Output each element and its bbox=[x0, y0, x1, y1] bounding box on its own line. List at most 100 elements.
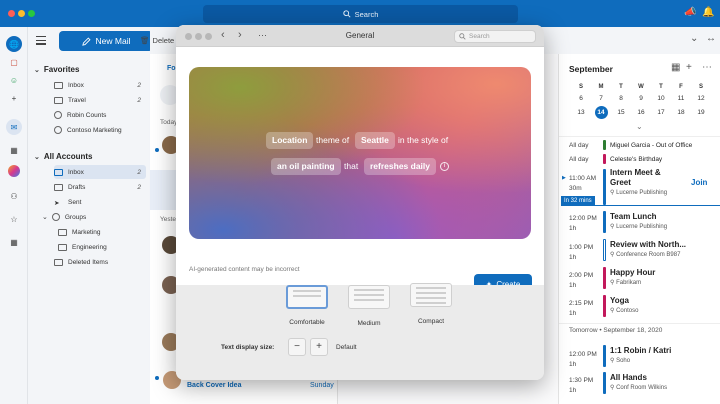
minimize-window-button[interactable] bbox=[18, 10, 25, 17]
calendar-day[interactable]: 6 bbox=[575, 95, 587, 102]
account-groups[interactable]: ⌄ Groups bbox=[42, 210, 146, 224]
unread-count: 2 bbox=[137, 81, 141, 89]
chevron-down-icon: ⌄ bbox=[34, 154, 40, 161]
calendar-view-icon[interactable]: ▦ bbox=[671, 62, 680, 73]
info-icon[interactable]: i bbox=[440, 162, 449, 171]
weekday-header: S bbox=[578, 84, 583, 90]
favorites-icon[interactable]: ☆ bbox=[6, 211, 22, 227]
event-title[interactable]: Team Lunch bbox=[610, 212, 657, 221]
event-title[interactable]: Intern Meet & Greet bbox=[610, 168, 680, 188]
new-mail-button[interactable]: New Mail bbox=[59, 31, 153, 51]
globe-icon[interactable]: 🌐 bbox=[6, 36, 22, 52]
mail-icon[interactable]: ✉ bbox=[6, 119, 22, 135]
calendar-day[interactable]: 12 bbox=[695, 95, 707, 102]
city-chip[interactable]: Seattle bbox=[355, 132, 395, 149]
refresh-chip[interactable]: refreshes daily bbox=[364, 158, 437, 175]
chevron-down-icon[interactable]: ⌄ bbox=[690, 33, 698, 44]
calendar-day[interactable]: 19 bbox=[695, 109, 707, 116]
calendar-day[interactable]: 15 bbox=[615, 109, 627, 116]
maximize-window-button[interactable] bbox=[28, 10, 35, 17]
document-icon[interactable]: ▢ bbox=[6, 54, 22, 70]
group-icon bbox=[54, 126, 62, 134]
account-marketing[interactable]: Marketing bbox=[58, 225, 146, 239]
focused-tab[interactable]: Fo bbox=[167, 65, 176, 72]
join-button[interactable]: Join bbox=[691, 178, 707, 187]
calendar-day[interactable]: 9 bbox=[635, 95, 647, 102]
event-time: 12:00 PM bbox=[569, 351, 597, 358]
decrease-text-size-button[interactable]: − bbox=[288, 338, 306, 356]
calendar-day[interactable]: 10 bbox=[655, 95, 667, 102]
more-options-icon[interactable]: ⋯ bbox=[702, 62, 712, 73]
density-comfortable-label: Comfortable bbox=[289, 319, 325, 326]
allday-event-title[interactable]: Miguel Garcia - Out of Office bbox=[610, 142, 692, 149]
calendar-day[interactable]: 16 bbox=[635, 109, 647, 116]
account-drafts[interactable]: Drafts 2 bbox=[54, 180, 146, 194]
megaphone-icon[interactable]: 📣 bbox=[684, 7, 696, 19]
density-compact-label: Compact bbox=[417, 318, 444, 325]
ai-disclaimer: AI-generated content may be incorrect bbox=[189, 266, 300, 273]
add-icon[interactable]: + bbox=[6, 90, 22, 106]
event-title[interactable]: Happy Hour bbox=[610, 268, 655, 277]
event-title[interactable]: Review with North... bbox=[610, 240, 686, 249]
copilot-icon[interactable] bbox=[8, 165, 20, 177]
calendar-day[interactable]: 13 bbox=[575, 109, 587, 116]
favorites-header[interactable]: ⌄ Favorites bbox=[34, 65, 79, 74]
calendar-day[interactable]: 18 bbox=[675, 109, 687, 116]
bell-icon[interactable]: 🔔 bbox=[702, 7, 714, 19]
close-window-button[interactable] bbox=[8, 10, 15, 17]
event-bar bbox=[603, 169, 606, 205]
calendar-day-today[interactable]: 14 bbox=[594, 106, 608, 119]
account-sent[interactable]: ➤ Sent bbox=[54, 195, 146, 209]
account-engineering[interactable]: Engineering bbox=[58, 240, 146, 254]
expand-chevron-icon[interactable]: ⌄ bbox=[636, 122, 643, 131]
drafts-icon bbox=[54, 183, 63, 191]
message-subject[interactable]: Back Cover Idea bbox=[187, 382, 241, 389]
group-icon bbox=[51, 213, 60, 221]
event-title[interactable]: Yoga bbox=[610, 296, 629, 305]
app-rail: 🌐 ▢ ☺ + ✉ ▦ ⚇ ☆ ▦ bbox=[0, 27, 28, 404]
density-comfortable-option[interactable] bbox=[286, 285, 328, 309]
calendar-day[interactable]: 8 bbox=[615, 95, 627, 102]
allday-label: All day bbox=[569, 142, 589, 149]
favorite-robin-counts[interactable]: Robin Counts bbox=[54, 108, 146, 122]
add-event-icon[interactable]: + bbox=[686, 62, 692, 73]
person-icon bbox=[54, 111, 62, 119]
inbox-icon bbox=[54, 168, 63, 176]
calendar-day[interactable]: 17 bbox=[655, 109, 667, 116]
collapse-icon[interactable]: ↔ bbox=[706, 33, 716, 44]
unread-dot bbox=[155, 376, 159, 380]
event-bar bbox=[603, 211, 606, 233]
event-location-text: Conf Room Wilkins bbox=[616, 385, 668, 391]
calendar-icon[interactable]: ▦ bbox=[6, 142, 22, 158]
hamburger-menu-icon[interactable] bbox=[36, 36, 46, 47]
all-accounts-header-label: All Accounts bbox=[43, 152, 93, 161]
message-date: Sunday bbox=[310, 382, 334, 389]
people-icon[interactable]: ☺ bbox=[6, 72, 22, 88]
allday-event-title[interactable]: Celeste's Birthday bbox=[610, 156, 662, 163]
favorite-contoso-marketing[interactable]: Contoso Marketing bbox=[54, 123, 146, 137]
delete-button[interactable]: 🗑 Delete bbox=[140, 36, 174, 45]
density-compact-option[interactable] bbox=[410, 283, 452, 307]
apps-icon[interactable]: ▦ bbox=[6, 234, 22, 250]
event-location: ⚲ Contoso bbox=[610, 307, 638, 314]
event-title[interactable]: All Hands bbox=[610, 373, 647, 382]
account-inbox[interactable]: Inbox 2 bbox=[54, 165, 146, 179]
favorite-inbox[interactable]: Inbox 2 bbox=[54, 78, 146, 92]
density-medium-option[interactable] bbox=[348, 285, 390, 309]
favorite-travel[interactable]: Travel 2 bbox=[54, 93, 146, 107]
allday-bar bbox=[603, 154, 606, 164]
event-title-text: Intern Meet & Greet bbox=[610, 168, 661, 187]
settings-search-input[interactable]: Search bbox=[454, 30, 536, 43]
event-duration: 1h bbox=[569, 387, 577, 394]
location-chip[interactable]: Location bbox=[266, 132, 314, 149]
style-chip[interactable]: an oil painting bbox=[271, 158, 341, 175]
all-accounts-header[interactable]: ⌄ All Accounts bbox=[34, 152, 92, 161]
event-title[interactable]: 1:1 Robin / Katri bbox=[610, 346, 671, 355]
account-deleted-items[interactable]: Deleted Items bbox=[54, 255, 146, 269]
theme-of-text: theme of bbox=[316, 135, 350, 145]
calendar-day[interactable]: 11 bbox=[675, 95, 687, 102]
contacts-icon[interactable]: ⚇ bbox=[6, 188, 22, 204]
global-search-bar[interactable]: Search bbox=[203, 5, 518, 23]
calendar-day[interactable]: 7 bbox=[595, 95, 607, 102]
increase-text-size-button[interactable]: + bbox=[310, 338, 328, 356]
